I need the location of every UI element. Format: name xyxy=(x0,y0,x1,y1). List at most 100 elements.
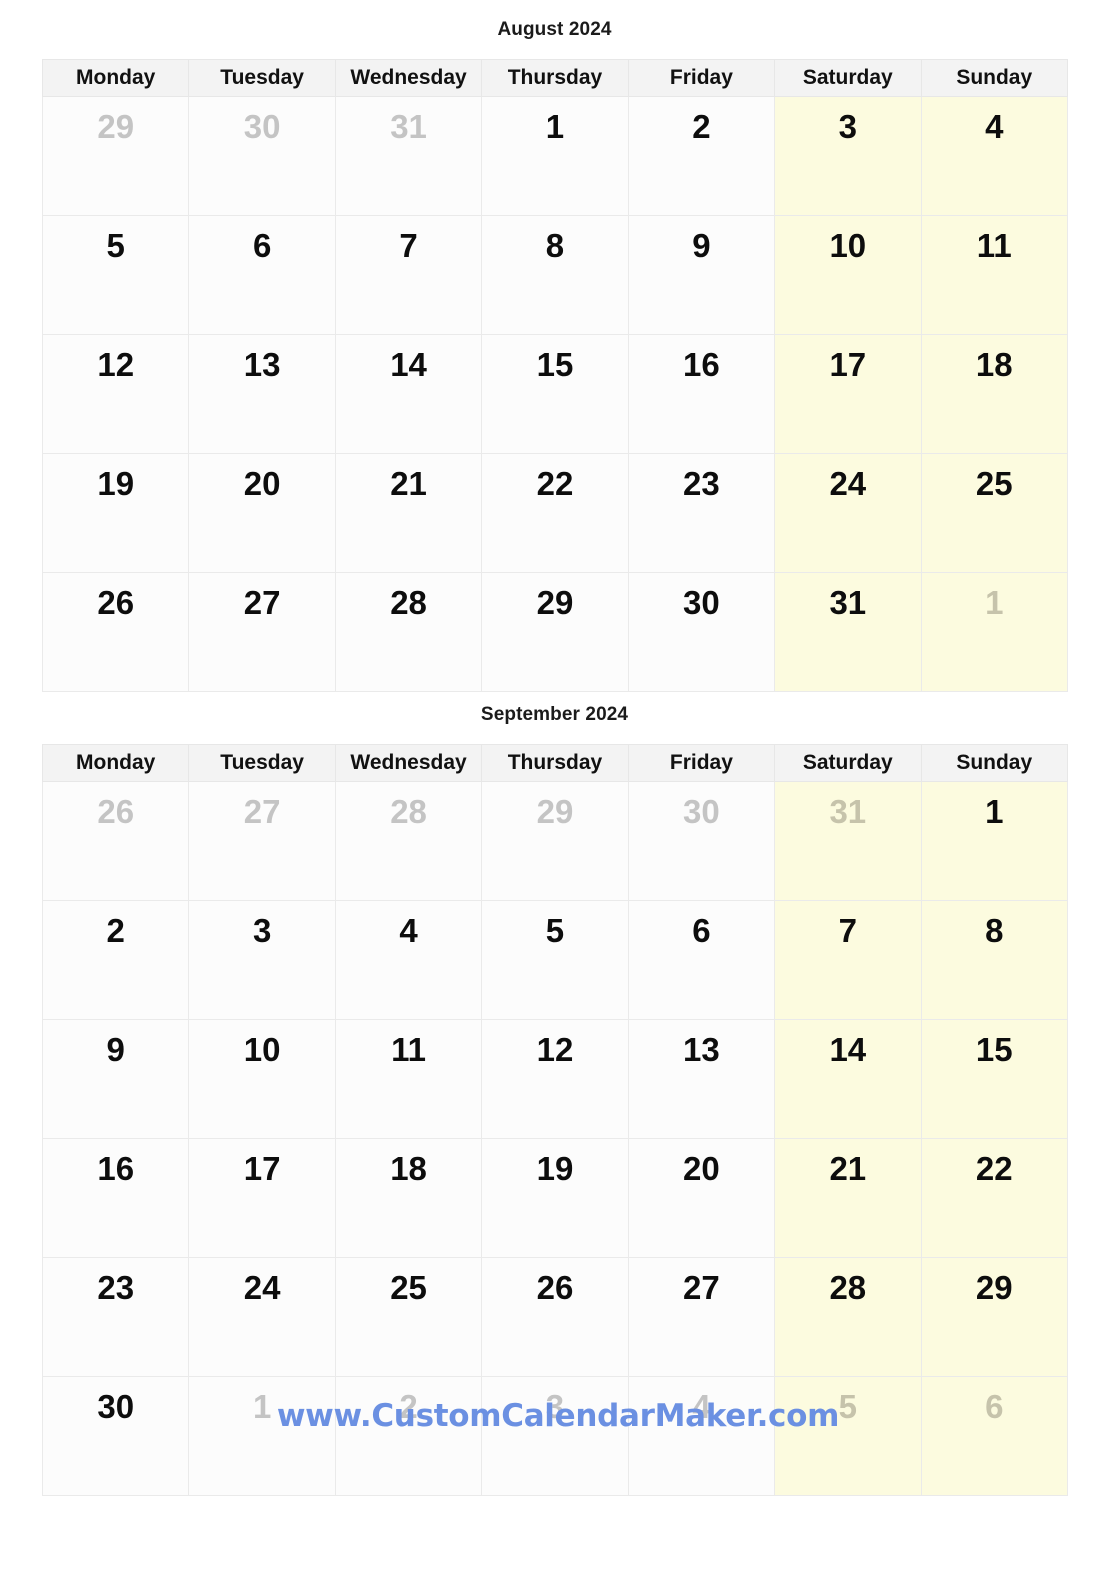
calendar-day-cell[interactable]: 10 xyxy=(774,215,922,335)
calendar-day-cell[interactable]: 12 xyxy=(481,1019,629,1139)
month-block-august: August 2024 Monday Tuesday Wednesday Thu… xyxy=(41,18,1068,692)
calendar-day-cell[interactable]: 10 xyxy=(188,1019,336,1139)
day-number: 1 xyxy=(985,793,1004,830)
calendar-day-cell-adjacent-month[interactable]: 29 xyxy=(41,96,190,216)
calendar-page: August 2024 Monday Tuesday Wednesday Thu… xyxy=(0,0,1116,1579)
custom-calendar-maker-url[interactable]: www.CustomCalendarMaker.com xyxy=(277,1398,840,1434)
calendar-day-cell[interactable]: 6 xyxy=(188,215,336,335)
calendar-day-cell[interactable]: 1 xyxy=(920,781,1068,901)
calendar-day-cell[interactable]: 16 xyxy=(41,1138,190,1258)
day-number: 28 xyxy=(829,1269,867,1306)
calendar-day-cell[interactable]: 22 xyxy=(481,453,629,573)
calendar-day-cell[interactable]: 11 xyxy=(920,215,1068,335)
calendar-day-cell[interactable]: 4 xyxy=(920,96,1068,216)
calendar-day-cell-adjacent-month[interactable]: 27 xyxy=(188,781,336,901)
calendar-day-cell[interactable]: 18 xyxy=(920,334,1068,454)
calendar-day-cell[interactable]: 20 xyxy=(627,1138,776,1258)
calendar-day-cell-adjacent-month[interactable]: 4 xyxy=(627,1376,776,1496)
calendar-day-cell[interactable]: 21 xyxy=(774,1138,922,1258)
calendar-day-cell[interactable]: 17 xyxy=(774,334,922,454)
calendar-day-cell[interactable]: 21 xyxy=(334,453,483,573)
calendar-day-cell[interactable]: 15 xyxy=(481,334,629,454)
calendar-day-cell-adjacent-month[interactable]: 29 xyxy=(481,781,629,901)
calendar-day-cell[interactable]: 8 xyxy=(920,900,1068,1020)
calendar-day-cell[interactable]: 14 xyxy=(774,1019,922,1139)
calendar-day-cell[interactable]: 30 xyxy=(627,572,776,692)
calendar-day-cell[interactable]: 26 xyxy=(41,572,190,692)
day-number: 27 xyxy=(243,793,281,830)
calendar-day-cell[interactable]: 29 xyxy=(481,572,629,692)
calendar-day-cell-adjacent-month[interactable]: 6 xyxy=(920,1376,1068,1496)
calendar-day-cell-adjacent-month[interactable]: 31 xyxy=(334,96,483,216)
day-number: 26 xyxy=(97,584,135,621)
day-number: 21 xyxy=(829,1150,867,1187)
calendar-day-cell[interactable]: 14 xyxy=(334,334,483,454)
day-number: 31 xyxy=(390,108,427,145)
day-number: 29 xyxy=(97,108,135,145)
calendar-day-cell-adjacent-month[interactable]: 26 xyxy=(41,781,190,901)
calendar-day-cell[interactable]: 1 xyxy=(481,96,629,216)
calendar-day-cell[interactable]: 11 xyxy=(334,1019,483,1139)
calendar-day-cell[interactable]: 3 xyxy=(188,900,336,1020)
calendar-day-cell-adjacent-month[interactable]: 31 xyxy=(774,781,922,901)
calendar-day-cell[interactable]: 19 xyxy=(481,1138,629,1258)
calendar-grid-september: Monday Tuesday Wednesday Thursday Friday… xyxy=(41,744,1068,1496)
calendar-day-cell[interactable]: 19 xyxy=(41,453,190,573)
calendar-day-cell[interactable]: 25 xyxy=(334,1257,483,1377)
calendar-day-cell[interactable]: 3 xyxy=(774,96,922,216)
calendar-day-cell[interactable]: 24 xyxy=(188,1257,336,1377)
calendar-day-cell[interactable]: 7 xyxy=(774,900,922,1020)
calendar-day-cell[interactable]: 29 xyxy=(920,1257,1068,1377)
calendar-day-cell[interactable]: 13 xyxy=(188,334,336,454)
calendar-day-cell[interactable]: 28 xyxy=(334,572,483,692)
calendar-day-cell[interactable]: 9 xyxy=(41,1019,190,1139)
calendar-day-cell[interactable]: 28 xyxy=(774,1257,922,1377)
calendar-day-cell[interactable]: 9 xyxy=(627,215,776,335)
calendar-day-cell-adjacent-month[interactable]: 2 xyxy=(334,1376,483,1496)
day-number: 19 xyxy=(97,465,135,502)
calendar-day-cell[interactable]: 25 xyxy=(920,453,1068,573)
calendar-day-cell[interactable]: 4 xyxy=(334,900,483,1020)
day-number: 26 xyxy=(536,1269,574,1306)
calendar-day-cell[interactable]: 24 xyxy=(774,453,922,573)
calendar-day-cell-adjacent-month[interactable]: 5 xyxy=(774,1376,922,1496)
calendar-day-cell-adjacent-month[interactable]: 3 xyxy=(481,1376,629,1496)
day-number: 23 xyxy=(97,1269,135,1306)
calendar-day-cell[interactable]: 16 xyxy=(627,334,776,454)
day-number: 31 xyxy=(829,584,867,621)
calendar-day-cell-adjacent-month[interactable]: 30 xyxy=(627,781,776,901)
calendar-day-cell[interactable]: 27 xyxy=(188,572,336,692)
calendar-day-cell[interactable]: 23 xyxy=(627,453,776,573)
calendar-day-cell[interactable]: 6 xyxy=(627,900,776,1020)
day-number: 20 xyxy=(683,1150,720,1187)
calendar-day-cell[interactable]: 15 xyxy=(920,1019,1068,1139)
calendar-day-cell-adjacent-month[interactable]: 1 xyxy=(188,1376,336,1496)
calendar-day-cell[interactable]: 7 xyxy=(334,215,483,335)
day-number: 13 xyxy=(243,346,281,383)
calendar-day-cell[interactable]: 5 xyxy=(41,215,190,335)
calendar-day-cell[interactable]: 8 xyxy=(481,215,629,335)
calendar-day-cell[interactable]: 2 xyxy=(41,900,190,1020)
calendar-day-cell[interactable]: 2 xyxy=(627,96,776,216)
calendar-week-row: 16 17 18 19 20 21 22 xyxy=(41,1138,1068,1258)
day-number: 13 xyxy=(683,1031,720,1068)
calendar-day-cell[interactable]: 18 xyxy=(334,1138,483,1258)
calendar-day-cell[interactable]: 30 xyxy=(41,1376,190,1496)
calendar-day-cell[interactable]: 22 xyxy=(920,1138,1068,1258)
calendar-day-cell[interactable]: 26 xyxy=(481,1257,629,1377)
day-number: 3 xyxy=(252,912,272,949)
day-number: 14 xyxy=(390,346,427,383)
calendar-day-cell-adjacent-month[interactable]: 28 xyxy=(334,781,483,901)
calendar-day-cell[interactable]: 31 xyxy=(774,572,922,692)
calendar-day-cell-adjacent-month[interactable]: 30 xyxy=(188,96,336,216)
calendar-day-cell[interactable]: 12 xyxy=(41,334,190,454)
calendar-day-cell[interactable]: 23 xyxy=(41,1257,190,1377)
day-number: 31 xyxy=(829,793,867,830)
calendar-day-cell[interactable]: 17 xyxy=(188,1138,336,1258)
calendar-day-cell[interactable]: 27 xyxy=(627,1257,776,1377)
day-number: 8 xyxy=(545,227,565,264)
calendar-day-cell[interactable]: 13 xyxy=(627,1019,776,1139)
calendar-day-cell-adjacent-month[interactable]: 1 xyxy=(920,572,1068,692)
calendar-day-cell[interactable]: 5 xyxy=(481,900,629,1020)
calendar-day-cell[interactable]: 20 xyxy=(188,453,336,573)
